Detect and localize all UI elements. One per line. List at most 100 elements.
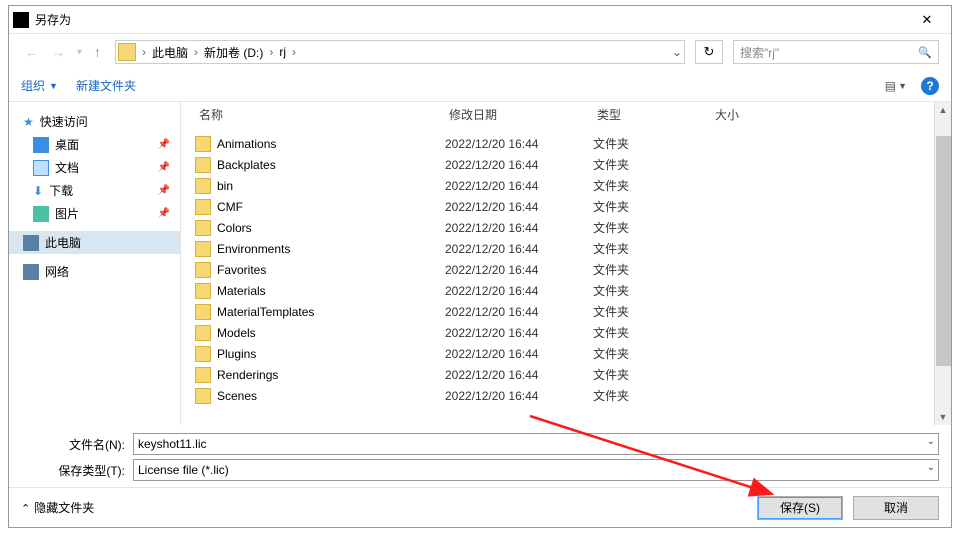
row-type: 文件夹 [593, 135, 711, 152]
row-date: 2022/12/20 16:44 [445, 347, 593, 361]
folder-icon [195, 241, 211, 257]
row-type: 文件夹 [593, 387, 711, 404]
row-type: 文件夹 [593, 219, 711, 236]
view-options-button[interactable]: ▤▼ [885, 79, 907, 93]
sidebar-this-pc[interactable]: 此电脑 [9, 231, 180, 254]
refresh-button[interactable] [695, 40, 723, 64]
folder-icon [195, 220, 211, 236]
folder-icon [195, 262, 211, 278]
filename-form: 文件名(N): keyshot11.lic ⌄ 保存类型(T): License… [9, 425, 951, 487]
table-row[interactable]: Favorites2022/12/20 16:44文件夹 [181, 259, 934, 280]
row-date: 2022/12/20 16:44 [445, 242, 593, 256]
column-date[interactable]: 修改日期 [445, 106, 593, 123]
chevron-down-icon[interactable]: ⌄ [927, 462, 935, 473]
folder-icon [195, 388, 211, 404]
save-button[interactable]: 保存(S) [757, 496, 843, 520]
table-row[interactable]: Scenes2022/12/20 16:44文件夹 [181, 385, 934, 406]
file-list[interactable]: 名称 修改日期 类型 大小 Animations2022/12/20 16:44… [181, 102, 934, 425]
sidebar-documents[interactable]: 文档📌 [9, 156, 180, 179]
sidebar-quick-access[interactable]: ★快速访问 [9, 110, 180, 133]
filename-input[interactable]: keyshot11.lic [133, 433, 939, 455]
filetype-label: 保存类型(T): [21, 462, 133, 479]
row-name: bin [217, 179, 445, 193]
breadcrumb-drive[interactable]: 新加卷 (D:) [202, 42, 265, 63]
column-type[interactable]: 类型 [593, 106, 711, 123]
breadcrumb-root[interactable]: 此电脑 [150, 42, 190, 63]
row-name: Materials [217, 284, 445, 298]
table-row[interactable]: Animations2022/12/20 16:44文件夹 [181, 133, 934, 154]
row-date: 2022/12/20 16:44 [445, 179, 593, 193]
table-row[interactable]: bin2022/12/20 16:44文件夹 [181, 175, 934, 196]
row-date: 2022/12/20 16:44 [445, 326, 593, 340]
scroll-up-icon[interactable]: ▲ [935, 102, 951, 118]
row-name: Animations [217, 137, 445, 151]
table-row[interactable]: Backplates2022/12/20 16:44文件夹 [181, 154, 934, 175]
row-type: 文件夹 [593, 345, 711, 362]
folder-icon [195, 178, 211, 194]
table-row[interactable]: MaterialTemplates2022/12/20 16:44文件夹 [181, 301, 934, 322]
filename-label: 文件名(N): [21, 436, 133, 453]
breadcrumb-folder[interactable]: rj [277, 43, 288, 61]
app-icon [13, 12, 29, 28]
row-name: MaterialTemplates [217, 305, 445, 319]
navbar: ← → ▾ ↑ › 此电脑 › 新加卷 (D:) › rj › ⌄ 搜索"rj" [9, 34, 951, 70]
row-type: 文件夹 [593, 240, 711, 257]
row-name: Scenes [217, 389, 445, 403]
pin-icon: 📌 [158, 139, 170, 150]
scrollbar-thumb[interactable] [936, 136, 951, 366]
row-name: Backplates [217, 158, 445, 172]
help-button[interactable]: ? [921, 77, 939, 95]
pin-icon: 📌 [158, 208, 170, 219]
sidebar-downloads[interactable]: ⬇下载📌 [9, 179, 180, 202]
organize-menu[interactable]: 组织 ▼ [21, 77, 58, 94]
close-button[interactable] [907, 6, 947, 33]
row-name: Favorites [217, 263, 445, 277]
table-row[interactable]: Materials2022/12/20 16:44文件夹 [181, 280, 934, 301]
row-type: 文件夹 [593, 324, 711, 341]
row-date: 2022/12/20 16:44 [445, 158, 593, 172]
table-row[interactable]: Models2022/12/20 16:44文件夹 [181, 322, 934, 343]
table-row[interactable]: Plugins2022/12/20 16:44文件夹 [181, 343, 934, 364]
recent-dropdown[interactable]: ▾ [73, 47, 86, 58]
column-headers[interactable]: 名称 修改日期 类型 大小 [181, 102, 934, 129]
folder-icon [195, 367, 211, 383]
chevron-down-icon[interactable]: ⌄ [927, 436, 935, 447]
back-button[interactable]: ← [21, 44, 43, 60]
table-row[interactable]: Renderings2022/12/20 16:44文件夹 [181, 364, 934, 385]
up-button[interactable]: ↑ [90, 44, 105, 60]
column-name[interactable]: 名称 [195, 106, 445, 123]
row-date: 2022/12/20 16:44 [445, 263, 593, 277]
row-date: 2022/12/20 16:44 [445, 221, 593, 235]
sidebar-desktop[interactable]: 桌面📌 [9, 133, 180, 156]
hide-folders-toggle[interactable]: 隐藏文件夹 [21, 499, 94, 516]
row-type: 文件夹 [593, 177, 711, 194]
folder-icon [118, 43, 136, 61]
vertical-scrollbar[interactable]: ▲ ▼ [934, 102, 951, 425]
breadcrumb-dropdown[interactable]: ⌄ [668, 45, 682, 59]
new-folder-button[interactable]: 新建文件夹 [76, 77, 136, 94]
chevron-right-icon: › [288, 45, 300, 59]
breadcrumb[interactable]: › 此电脑 › 新加卷 (D:) › rj › ⌄ [115, 40, 685, 64]
row-name: Colors [217, 221, 445, 235]
sidebar-pictures[interactable]: 图片📌 [9, 202, 180, 225]
column-size[interactable]: 大小 [711, 106, 791, 123]
table-row[interactable]: CMF2022/12/20 16:44文件夹 [181, 196, 934, 217]
row-date: 2022/12/20 16:44 [445, 200, 593, 214]
scroll-down-icon[interactable]: ▼ [935, 409, 951, 425]
row-name: Models [217, 326, 445, 340]
row-name: Environments [217, 242, 445, 256]
save-as-dialog: 另存为 ← → ▾ ↑ › 此电脑 › 新加卷 (D:) › rj › ⌄ 搜索… [8, 5, 952, 528]
folder-icon [195, 346, 211, 362]
row-type: 文件夹 [593, 261, 711, 278]
forward-button[interactable]: → [47, 44, 69, 60]
filetype-select[interactable]: License file (*.lic) [133, 459, 939, 481]
sidebar: ★快速访问 桌面📌 文档📌 ⬇下载📌 图片📌 此电脑 网络 [9, 102, 181, 425]
chevron-right-icon: › [138, 45, 150, 59]
chevron-right-icon: › [265, 45, 277, 59]
search-input[interactable]: 搜索"rj" [733, 40, 939, 64]
cancel-button[interactable]: 取消 [853, 496, 939, 520]
row-name: Renderings [217, 368, 445, 382]
sidebar-network[interactable]: 网络 [9, 260, 180, 283]
table-row[interactable]: Environments2022/12/20 16:44文件夹 [181, 238, 934, 259]
table-row[interactable]: Colors2022/12/20 16:44文件夹 [181, 217, 934, 238]
